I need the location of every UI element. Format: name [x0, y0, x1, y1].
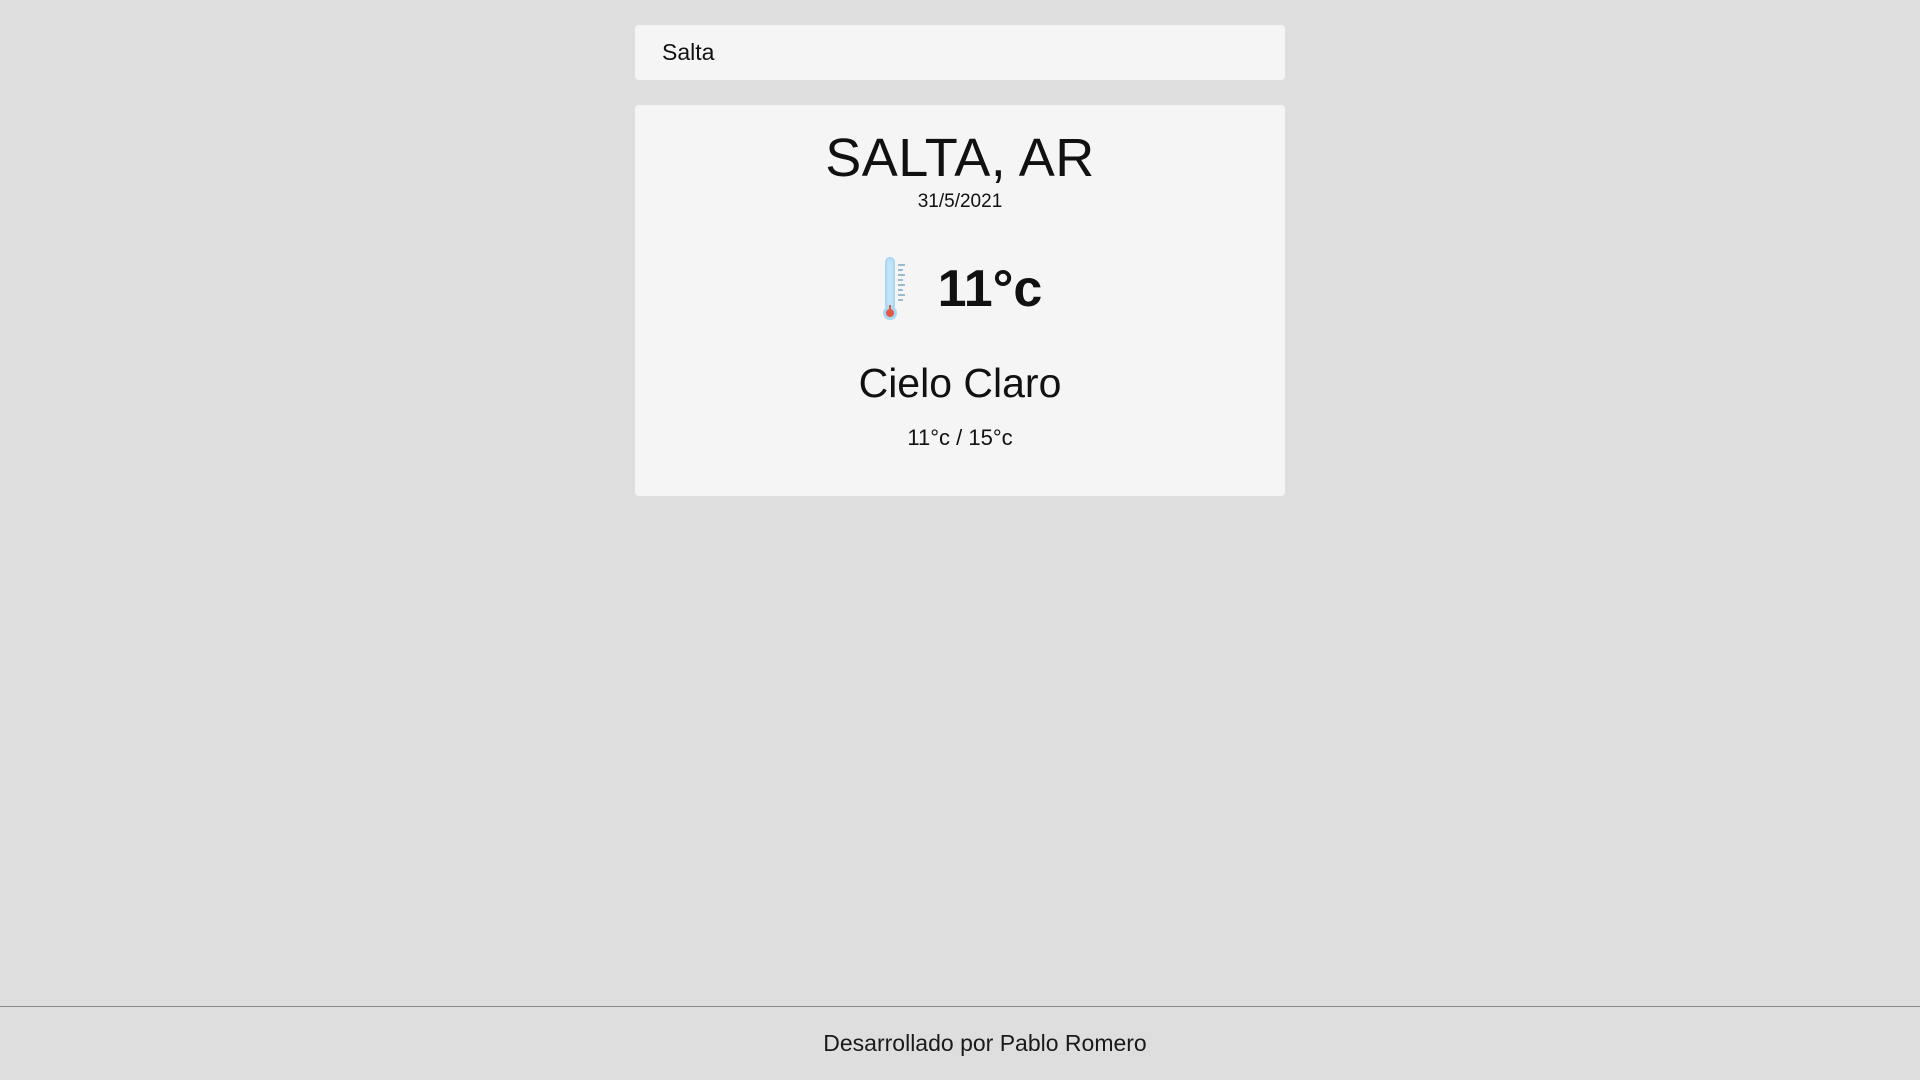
weather-description: Cielo Claro [858, 360, 1062, 406]
date: 31/5/2021 [917, 191, 1003, 212]
page: SALTA, AR 31/5/2021 11°c Cielo Claro 11 [0, 0, 1920, 1080]
current-temperature: 11°c [937, 260, 1043, 318]
city-name: SALTA, AR [825, 128, 1095, 188]
thermometer-icon [882, 257, 905, 320]
min-max-temperature: 11°c / 15°c [907, 425, 1013, 450]
footer: Desarrollado por Pablo Romero [0, 1006, 1920, 1080]
weather-card: SALTA, AR 31/5/2021 11°c Cielo Claro 11°… [635, 105, 1285, 496]
search-input[interactable] [662, 39, 1258, 66]
search-box[interactable] [635, 25, 1285, 80]
temperature-row: 11°c [635, 255, 1285, 321]
footer-credit: Desarrollado por Pablo Romero [823, 1030, 1147, 1056]
